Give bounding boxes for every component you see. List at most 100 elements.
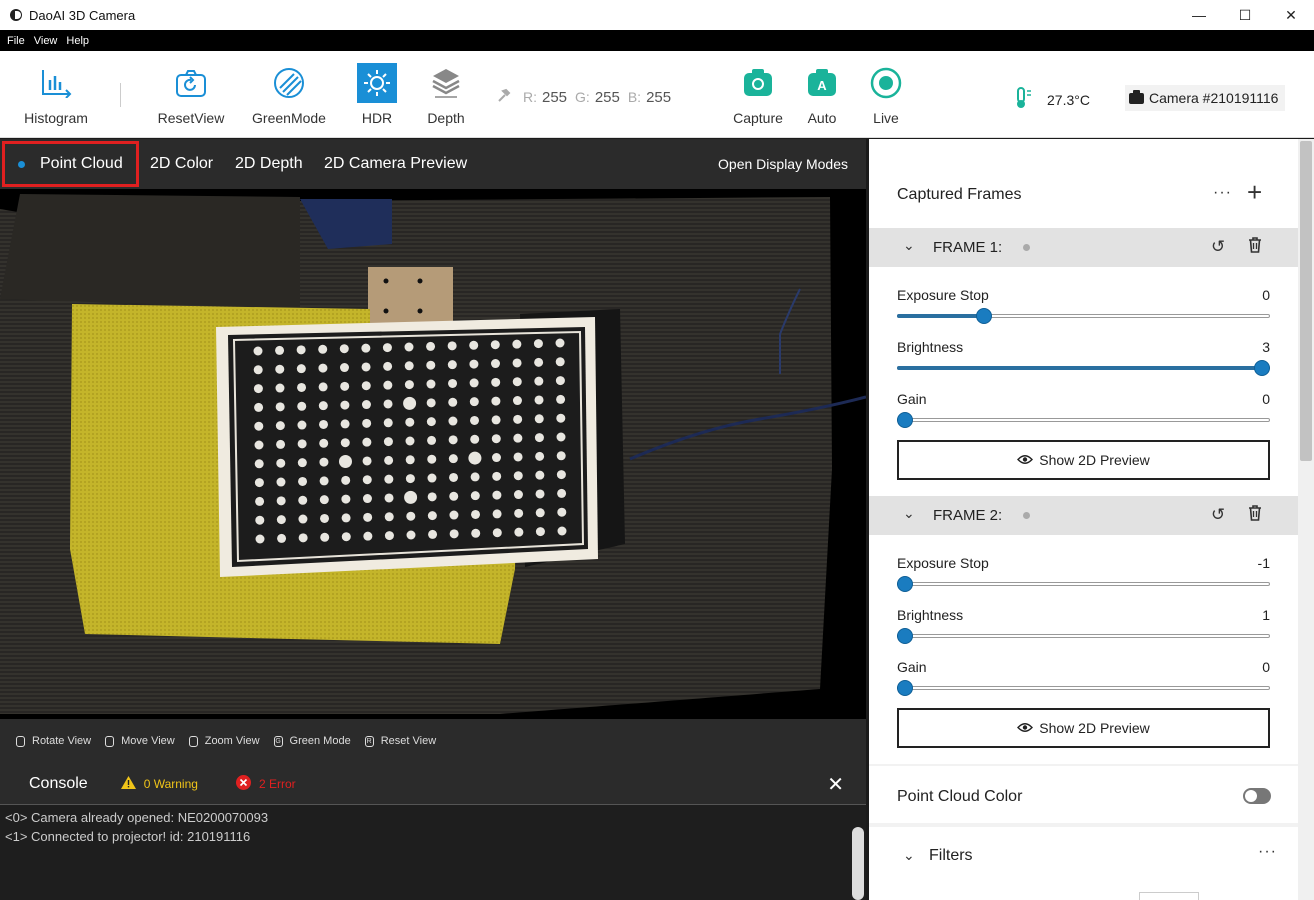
- slider-handle[interactable]: [897, 628, 913, 644]
- filters-section-header[interactable]: ⌄ Filters ···: [869, 827, 1298, 900]
- more-options-icon[interactable]: ···: [1258, 843, 1277, 861]
- frame-status-dot: [1023, 512, 1030, 519]
- calibration-dot: [471, 528, 481, 538]
- slider-handle[interactable]: [975, 308, 992, 324]
- exposure-stop-slider[interactable]: Exposure Stop 0: [897, 287, 1270, 339]
- captured-frames-header: Captured Frames ··· +: [869, 139, 1298, 228]
- delete-frame-icon[interactable]: [1248, 505, 1262, 526]
- exposure-stop-slider[interactable]: Exposure Stop -1: [897, 555, 1270, 607]
- error-label: 2 Error: [258, 776, 296, 791]
- eye-icon: [1017, 452, 1034, 468]
- gain-slider[interactable]: Gain 0: [897, 659, 1270, 711]
- tab-2d-camera-preview[interactable]: 2D Camera Preview: [324, 139, 467, 189]
- show-2d-preview-button[interactable]: Show 2D Preview: [897, 708, 1270, 748]
- menu-help[interactable]: Help: [66, 35, 89, 47]
- depth-button[interactable]: Depth: [425, 51, 467, 138]
- maximize-button[interactable]: ☐: [1222, 0, 1268, 30]
- slider-handle[interactable]: [897, 680, 913, 696]
- calibration-dot: [512, 358, 522, 368]
- auto-icon: A: [802, 63, 842, 103]
- calibration-dot: [276, 439, 286, 449]
- minimize-button[interactable]: —: [1176, 0, 1222, 30]
- hdr-button[interactable]: HDR: [357, 51, 397, 138]
- calibration-dot: [513, 433, 523, 443]
- reset-view-button[interactable]: ResetView: [155, 51, 227, 138]
- mouse-right-icon: [105, 735, 115, 747]
- slider-label: Brightness: [897, 339, 964, 355]
- console-header: Console 0 Warning 2 Error ✕: [0, 763, 866, 805]
- reset-frame-icon[interactable]: ↺: [1211, 237, 1225, 257]
- open-display-modes-button[interactable]: Open Display Modes: [718, 139, 848, 189]
- green-mode-label: GreenMode: [252, 110, 326, 126]
- console-scrollbar[interactable]: [850, 823, 866, 900]
- menu-view[interactable]: View: [34, 35, 58, 47]
- calibration-dot: [492, 471, 502, 481]
- frame-1-settings: Exposure Stop 0 Brightness 3 Gain 0 Show…: [869, 267, 1298, 496]
- slider-handle[interactable]: [1254, 360, 1270, 376]
- chevron-down-icon[interactable]: ⌄: [903, 847, 915, 864]
- calibration-dot: [275, 364, 285, 374]
- reset-frame-icon[interactable]: ↺: [1211, 505, 1225, 525]
- warning-count[interactable]: 0 Warning: [120, 775, 198, 792]
- green-mode-hint-label: Green Mode: [289, 735, 351, 747]
- window-title: DaoAI 3D Camera: [29, 7, 136, 23]
- calibration-dot: [382, 343, 392, 353]
- panel-scroll-thumb[interactable]: [1300, 141, 1312, 461]
- panel-scrollbar[interactable]: [1298, 139, 1314, 900]
- slider-handle[interactable]: [897, 576, 913, 592]
- calibration-dot: [253, 346, 263, 356]
- delete-frame-icon[interactable]: [1248, 237, 1262, 258]
- gain-slider[interactable]: Gain 0: [897, 391, 1270, 443]
- calibration-dot: [556, 470, 566, 480]
- point-cloud-color-row: Point Cloud Color: [869, 766, 1298, 823]
- tab-2d-color[interactable]: 2D Color: [150, 139, 213, 189]
- capture-camera-icon: [738, 63, 778, 103]
- calibration-dot: [339, 344, 349, 354]
- calibration-dot: [319, 476, 329, 486]
- histogram-button[interactable]: Histogram: [20, 51, 92, 138]
- point-cloud-viewport[interactable]: [0, 189, 866, 719]
- slider-track[interactable]: [897, 686, 1270, 690]
- add-frame-icon[interactable]: +: [1247, 177, 1262, 208]
- capture-button[interactable]: Capture: [731, 51, 785, 138]
- slider-handle[interactable]: [897, 412, 913, 428]
- calibration-dot: [512, 396, 522, 406]
- more-options-icon[interactable]: ···: [1213, 184, 1232, 202]
- calibration-dot: [534, 414, 544, 424]
- calibration-dot: [492, 528, 502, 538]
- calibration-dot: [426, 341, 436, 351]
- slider-track[interactable]: [897, 418, 1270, 422]
- frame-1-header[interactable]: ⌄ FRAME 1: ↺: [869, 228, 1298, 267]
- calibration-dot: [254, 440, 264, 450]
- close-window-button[interactable]: ✕: [1268, 0, 1314, 30]
- hdr-sun-icon: [357, 63, 397, 103]
- calibration-dot: [449, 491, 459, 501]
- slider-track[interactable]: [897, 634, 1270, 638]
- brightness-slider[interactable]: Brightness 3: [897, 339, 1270, 391]
- eyedropper-icon[interactable]: [497, 87, 511, 107]
- menu-file[interactable]: File: [7, 35, 25, 47]
- menu-bar: File View Help: [0, 30, 1314, 51]
- calibration-dot: [361, 362, 371, 372]
- calibration-dot: [383, 361, 393, 371]
- brightness-slider[interactable]: Brightness 1: [897, 607, 1270, 659]
- close-console-icon[interactable]: ✕: [827, 772, 844, 797]
- slider-track[interactable]: [897, 582, 1270, 586]
- chevron-down-icon[interactable]: ⌄: [903, 505, 915, 522]
- calibration-dot: [255, 515, 265, 525]
- chevron-down-icon[interactable]: ⌄: [903, 237, 915, 254]
- console-scroll-thumb[interactable]: [852, 827, 864, 900]
- tab-2d-depth[interactable]: 2D Depth: [235, 139, 303, 189]
- green-mode-button[interactable]: GreenMode: [249, 51, 329, 138]
- frame-2-header[interactable]: ⌄ FRAME 2: ↺: [869, 496, 1298, 535]
- auto-button[interactable]: A Auto: [802, 51, 842, 138]
- error-count[interactable]: 2 Error: [235, 774, 296, 793]
- live-button[interactable]: Live: [866, 51, 906, 138]
- calibration-dot: [297, 439, 307, 449]
- calibration-dot: [469, 378, 479, 388]
- point-cloud-color-toggle[interactable]: [1243, 788, 1271, 804]
- show-2d-preview-button[interactable]: Show 2D Preview: [897, 440, 1270, 480]
- tab-point-cloud[interactable]: Point Cloud: [2, 141, 139, 187]
- live-record-icon: [866, 63, 906, 103]
- calibration-dot: [514, 527, 524, 537]
